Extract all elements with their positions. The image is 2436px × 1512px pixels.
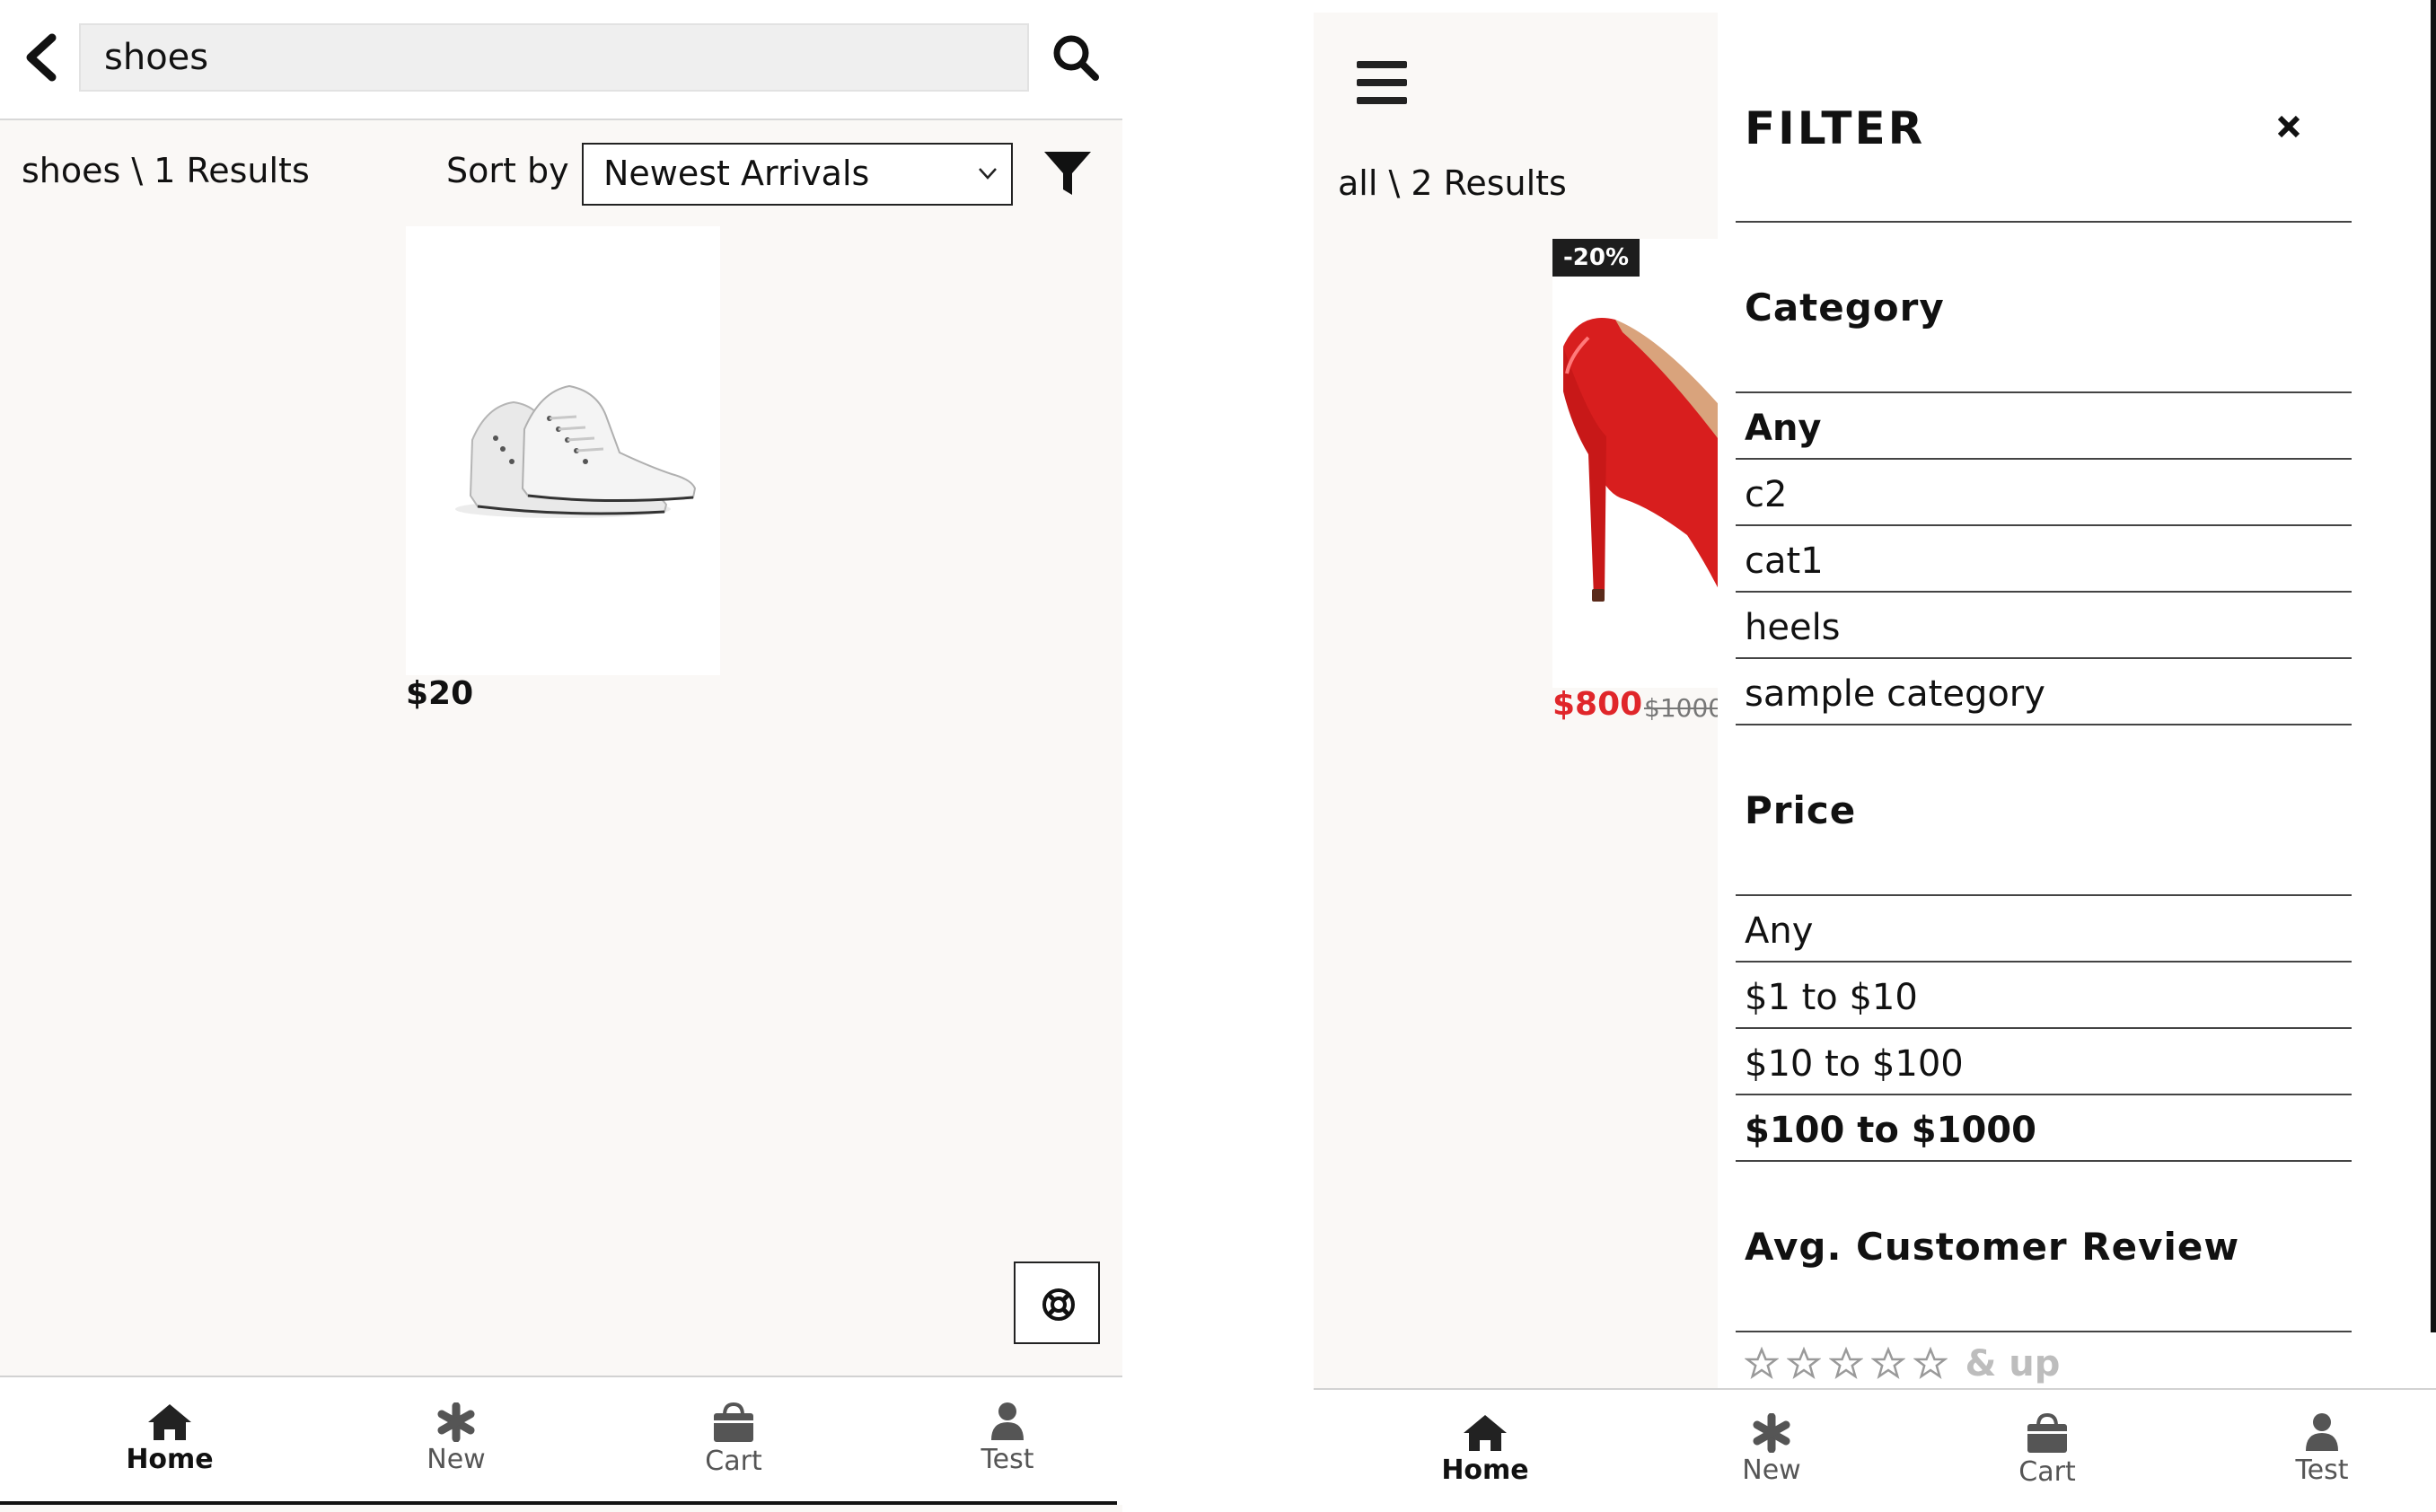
- category-title: Category: [1745, 286, 1945, 330]
- hamburger-icon: [1357, 61, 1407, 104]
- search-input[interactable]: shoes: [79, 23, 1029, 92]
- life-ring-icon: [1042, 1288, 1075, 1321]
- divider: [1736, 458, 2352, 460]
- star-outline-icon: [1913, 1347, 1948, 1379]
- back-button[interactable]: [20, 31, 66, 84]
- search-icon: [1053, 35, 1099, 81]
- sale-price: $800: [1552, 686, 1643, 723]
- nav-test-label: Test: [2295, 1455, 2349, 1486]
- nav-underline: [0, 1501, 1117, 1505]
- results-count: shoes \ 1 Results: [22, 151, 310, 190]
- divider: [1736, 894, 2352, 896]
- product-price: $20: [406, 675, 474, 712]
- divider: [1736, 657, 2352, 659]
- nav-test-label: Test: [981, 1444, 1034, 1475]
- divider: [1736, 1331, 2352, 1332]
- price-option-1-10[interactable]: $1 to $10: [1745, 977, 1918, 1018]
- filter-icon: [1044, 152, 1091, 195]
- nav-home[interactable]: Home: [80, 1402, 259, 1475]
- sort-select[interactable]: Newest Arrivals: [582, 143, 1013, 206]
- asterisk-icon: [1753, 1413, 1790, 1453]
- price-title: Price: [1745, 788, 1857, 832]
- divider: [1736, 1094, 2352, 1095]
- nav-new-label: New: [1742, 1455, 1801, 1486]
- nav-test[interactable]: Test: [2232, 1411, 2412, 1486]
- red-heel-image: [1563, 318, 1723, 602]
- product-card[interactable]: [1552, 239, 1723, 688]
- asterisk-icon: [437, 1402, 475, 1442]
- chevron-left-icon: [26, 33, 57, 82]
- nav-cart[interactable]: Cart: [644, 1401, 823, 1477]
- review-suffix: & up: [1965, 1343, 2061, 1385]
- category-option-c2[interactable]: c2: [1745, 474, 1787, 515]
- nav-home-label: Home: [1441, 1455, 1529, 1486]
- star-outline-icon: [1745, 1347, 1779, 1379]
- filter-panel: FILTER Category Any c2 cat1 heels sample…: [1718, 0, 2436, 1388]
- search-results-screen: shoes shoes \ 1 Results Sort by Newest A…: [0, 0, 1122, 1512]
- divider: [1736, 591, 2352, 593]
- filter-screen: all \ 2 Results -20% $800 $1000 FILTER C…: [1314, 0, 2436, 1512]
- review-option-any-stars[interactable]: & up: [1745, 1343, 2060, 1388]
- sneaker-image: [455, 384, 697, 518]
- user-icon: [2306, 1413, 2338, 1451]
- user-icon: [991, 1402, 1024, 1440]
- shopping-bag-icon: [714, 1402, 753, 1442]
- nav-home[interactable]: Home: [1395, 1413, 1575, 1486]
- nav-cart-label: Cart: [705, 1446, 762, 1477]
- price-option-10-100[interactable]: $10 to $100: [1745, 1043, 1964, 1085]
- sort-selected-value: Newest Arrivals: [603, 154, 870, 193]
- category-option-sample[interactable]: sample category: [1745, 673, 2045, 715]
- close-icon: [2277, 115, 2300, 138]
- divider: [1736, 391, 2352, 393]
- original-price: $1000: [1644, 693, 1719, 723]
- bottom-nav: Home New Cart Test: [0, 1376, 1122, 1505]
- bottom-nav: Home New Cart Test: [1314, 1388, 2436, 1512]
- category-option-cat1[interactable]: cat1: [1745, 541, 1824, 582]
- star-outline-icon: [1829, 1347, 1864, 1379]
- search-button[interactable]: [1051, 32, 1101, 83]
- divider: [1736, 221, 2352, 223]
- category-option-heels[interactable]: heels: [1745, 607, 1841, 648]
- shopping-bag-icon: [2027, 1412, 2067, 1453]
- divider: [1736, 524, 2352, 526]
- divider: [1736, 961, 2352, 963]
- chevron-down-icon: [979, 168, 997, 180]
- filter-title: FILTER: [1745, 102, 1926, 154]
- help-button[interactable]: [1014, 1261, 1100, 1344]
- nav-new[interactable]: New: [366, 1402, 546, 1475]
- nav-home-label: Home: [126, 1444, 214, 1475]
- discount-badge: -20%: [1552, 239, 1640, 277]
- filter-button[interactable]: [1042, 148, 1094, 200]
- nav-test[interactable]: Test: [918, 1401, 1097, 1475]
- category-option-any[interactable]: Any: [1745, 408, 1822, 449]
- divider: [1736, 1027, 2352, 1029]
- results-count: all \ 2 Results: [1338, 163, 1567, 203]
- sort-label: Sort by: [446, 151, 569, 190]
- nav-new[interactable]: New: [1682, 1413, 1861, 1486]
- nav-new-label: New: [427, 1444, 486, 1475]
- home-icon: [148, 1404, 191, 1440]
- price-option-any[interactable]: Any: [1745, 910, 1813, 952]
- nav-cart-label: Cart: [2018, 1456, 2076, 1488]
- star-outline-icon: [1787, 1347, 1822, 1379]
- star-outline-icon: [1871, 1347, 1906, 1379]
- menu-button[interactable]: [1355, 59, 1409, 106]
- product-card[interactable]: [406, 226, 720, 675]
- scrollbar[interactable]: [2431, 0, 2436, 1332]
- home-icon: [1464, 1415, 1507, 1451]
- divider: [1736, 1160, 2352, 1162]
- divider: [1736, 724, 2352, 725]
- nav-cart[interactable]: Cart: [1957, 1411, 2137, 1488]
- review-title: Avg. Customer Review: [1745, 1225, 2240, 1269]
- price-option-100-1000[interactable]: $100 to $1000: [1745, 1110, 2036, 1151]
- close-button[interactable]: [2275, 113, 2302, 140]
